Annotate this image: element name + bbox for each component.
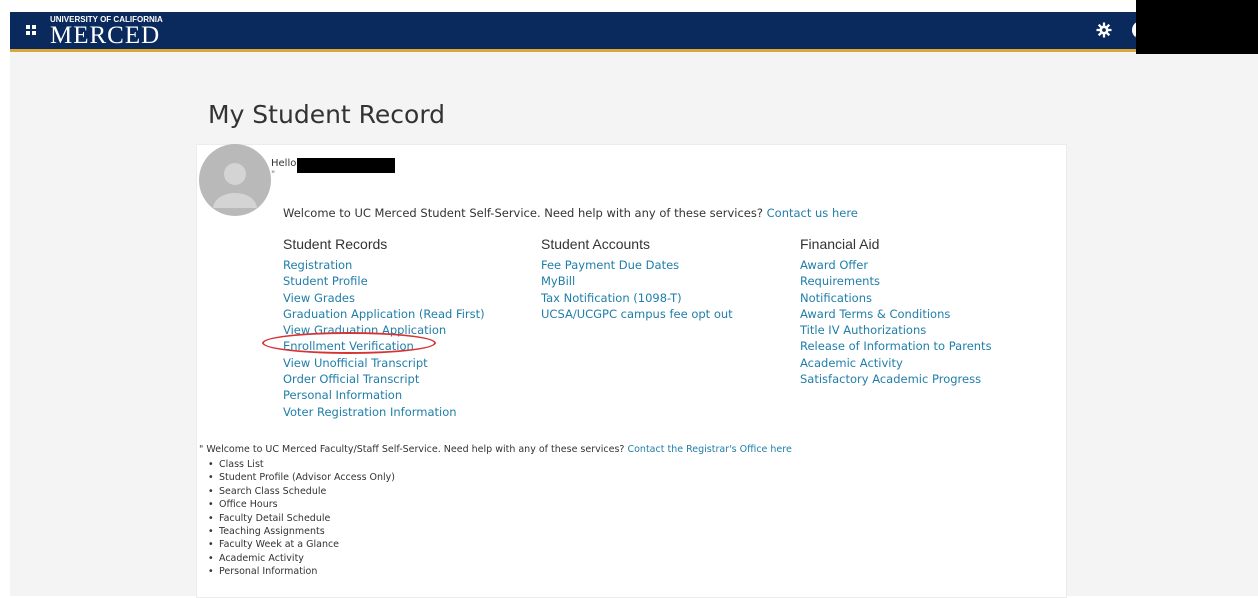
student-accounts-heading: Student Accounts [541, 236, 650, 252]
registration-link[interactable]: Registration [283, 257, 485, 273]
greeting-text: Hello [271, 158, 297, 169]
faculty-detail-schedule-item[interactable]: Faculty Detail Schedule [208, 512, 395, 525]
app-grid-icon[interactable] [26, 25, 36, 35]
award-offer-link[interactable]: Award Offer [800, 257, 992, 273]
student-records-heading: Student Records [283, 236, 388, 252]
satisfactory-academic-progress-link[interactable]: Satisfactory Academic Progress [800, 371, 992, 387]
view-grades-link[interactable]: View Grades [283, 290, 485, 306]
financial-aid-links: Award Offer Requirements Notifications A… [800, 257, 992, 387]
requirements-link[interactable]: Requirements [800, 273, 992, 289]
staff-welcome-text: " Welcome to UC Merced Faculty/Staff Sel… [199, 444, 625, 455]
voter-registration-link[interactable]: Voter Registration Information [283, 404, 485, 420]
financial-aid-section: Financial Aid Award Offer Requirements N… [800, 235, 992, 387]
notifications-link[interactable]: Notifications [800, 290, 992, 306]
academic-activity-link[interactable]: Academic Activity [800, 355, 992, 371]
uc-merced-logo[interactable]: UNIVERSITY OF CALIFORNIA MERCED [50, 15, 163, 48]
graduation-application-link[interactable]: Graduation Application (Read First) [283, 306, 485, 322]
student-profile-link[interactable]: Student Profile [283, 273, 485, 289]
page-background-left [10, 52, 196, 596]
search-class-schedule-item[interactable]: Search Class Schedule [208, 485, 395, 498]
office-hours-item[interactable]: Office Hours [208, 498, 395, 511]
teaching-assignments-item[interactable]: Teaching Assignments [208, 525, 395, 538]
page-background-right [1066, 52, 1258, 596]
tax-notification-link[interactable]: Tax Notification (1098-T) [541, 290, 733, 306]
welcome-text: Welcome to UC Merced Student Self-Servic… [283, 206, 763, 220]
student-accounts-links: Fee Payment Due Dates MyBill Tax Notific… [541, 257, 733, 322]
redacted-username-block [1136, 0, 1258, 54]
contact-us-link[interactable]: Contact us here [767, 206, 858, 220]
student-accounts-section: Student Accounts Fee Payment Due Dates M… [541, 235, 733, 322]
staff-services-list: Class List Student Profile (Advisor Acce… [208, 458, 395, 579]
advisor-student-profile-item[interactable]: Student Profile (Advisor Access Only) [208, 471, 395, 484]
staff-academic-activity-item[interactable]: Academic Activity [208, 552, 395, 565]
student-records-section: Student Records Registration Student Pro… [283, 235, 485, 420]
release-info-parents-link[interactable]: Release of Information to Parents [800, 338, 992, 354]
highlight-circle [262, 332, 436, 354]
financial-aid-heading: Financial Aid [800, 236, 880, 252]
staff-welcome-message: " Welcome to UC Merced Faculty/Staff Sel… [199, 444, 792, 455]
welcome-message: Welcome to UC Merced Student Self-Servic… [283, 206, 858, 220]
contact-registrar-link[interactable]: Contact the Registrar's Office here [627, 444, 791, 455]
gear-icon[interactable] [1095, 21, 1113, 39]
title-iv-authorizations-link[interactable]: Title IV Authorizations [800, 322, 992, 338]
redacted-student-name [297, 158, 395, 173]
faculty-week-at-glance-item[interactable]: Faculty Week at a Glance [208, 538, 395, 551]
logo-merced-text: MERCED [50, 22, 161, 49]
view-unofficial-transcript-link[interactable]: View Unofficial Transcript [283, 355, 485, 371]
avatar [199, 144, 271, 216]
staff-personal-information-item[interactable]: Personal Information [208, 565, 395, 578]
award-terms-link[interactable]: Award Terms & Conditions [800, 306, 992, 322]
greeting-subtext: " [271, 170, 276, 180]
page-background-top [196, 52, 1066, 144]
mybill-link[interactable]: MyBill [541, 273, 733, 289]
personal-information-link[interactable]: Personal Information [283, 387, 485, 403]
order-official-transcript-link[interactable]: Order Official Transcript [283, 371, 485, 387]
campus-fee-opt-out-link[interactable]: UCSA/UCGPC campus fee opt out [541, 306, 733, 322]
page-title: My Student Record [208, 100, 446, 129]
class-list-item[interactable]: Class List [208, 458, 395, 471]
top-navigation-bar: UNIVERSITY OF CALIFORNIA MERCED [10, 12, 1150, 52]
fee-payment-due-dates-link[interactable]: Fee Payment Due Dates [541, 257, 733, 273]
